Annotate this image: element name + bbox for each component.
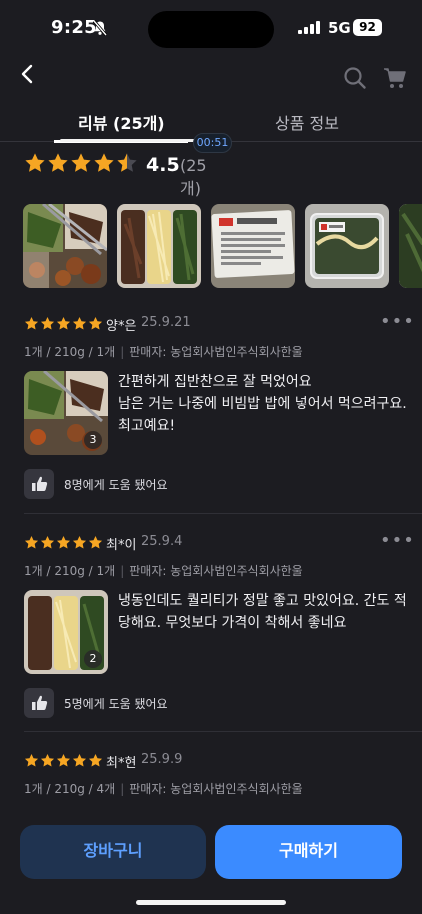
star-icon bbox=[24, 316, 39, 330]
purchase-option: 1개 / 210g / 4개 | 판매자: 농업회사법인주식회사한울 bbox=[24, 782, 303, 796]
star-icon bbox=[71, 153, 91, 172]
star-icon bbox=[56, 535, 71, 549]
purchase-option: 1개 / 210g / 1개 | 판매자: 농업회사법인주식회사한울 bbox=[24, 564, 303, 578]
battery-icon: 92 bbox=[353, 19, 382, 36]
thumbs-up-icon bbox=[32, 476, 48, 491]
bottom-action-bar: 장바구니 구매하기 bbox=[0, 806, 422, 914]
review-photo[interactable] bbox=[117, 204, 201, 288]
thumbs-up-button[interactable] bbox=[24, 469, 54, 499]
helpful-count: 5명에게 도움 됐어요 bbox=[64, 697, 168, 711]
star-icon bbox=[88, 316, 103, 330]
review-photo[interactable]: 3 bbox=[24, 371, 108, 455]
star-icon bbox=[40, 753, 55, 767]
home-indicator bbox=[136, 900, 286, 905]
review-text: 간편하게 집반찬으로 잘 먹었어요 남은 거는 나중에 비빔밥 밥에 넣어서 먹… bbox=[118, 374, 407, 434]
review-photo[interactable] bbox=[211, 204, 295, 288]
star-icon bbox=[72, 316, 87, 330]
more-options-icon[interactable]: ••• bbox=[380, 313, 415, 331]
review-date: 25.9.9 bbox=[141, 752, 183, 767]
signal-icon bbox=[298, 21, 320, 34]
star-icon bbox=[56, 753, 71, 767]
tab-reviews[interactable]: 리뷰 (25개) bbox=[78, 110, 165, 134]
back-arrow-icon[interactable] bbox=[16, 62, 40, 86]
cart-icon[interactable] bbox=[383, 66, 407, 90]
review-photo[interactable] bbox=[23, 204, 107, 288]
buy-now-button[interactable]: 구매하기 bbox=[215, 825, 402, 879]
reviewer-name: 최*현 bbox=[106, 756, 137, 771]
divider bbox=[24, 731, 422, 732]
dynamic-island bbox=[148, 11, 274, 48]
star-icon bbox=[72, 753, 87, 767]
photo-count-badge: 2 bbox=[84, 650, 102, 668]
search-icon[interactable] bbox=[343, 66, 367, 90]
star-icon bbox=[40, 316, 55, 330]
star-icon bbox=[72, 535, 87, 549]
review-photo[interactable]: 2 bbox=[24, 590, 108, 674]
thumbs-up-icon bbox=[32, 695, 48, 710]
review-stars bbox=[24, 535, 104, 550]
thumbs-up-button[interactable] bbox=[24, 688, 54, 718]
photo-count-badge: 3 bbox=[84, 431, 102, 449]
helpful-count: 8명에게 도움 됐어요 bbox=[64, 478, 168, 492]
tab-product-info[interactable]: 상품 정보 bbox=[275, 110, 339, 134]
star-icon bbox=[48, 153, 68, 172]
star-icon bbox=[25, 153, 45, 172]
half-star-icon bbox=[117, 153, 137, 172]
star-icon bbox=[56, 316, 71, 330]
rating-summary: 4.5 (25개) bbox=[24, 152, 207, 198]
reviewer-name: 최*이 bbox=[106, 538, 137, 553]
photo-strip[interactable] bbox=[23, 204, 422, 288]
divider bbox=[24, 513, 422, 514]
more-options-icon[interactable]: ••• bbox=[380, 532, 415, 550]
video-time-badge: 00:51 bbox=[193, 133, 232, 153]
review-stars bbox=[24, 316, 104, 331]
bell-slash-icon bbox=[93, 20, 107, 36]
star-icon bbox=[88, 535, 103, 549]
average-rating: 4.5 bbox=[146, 154, 180, 176]
rating-stars bbox=[24, 152, 139, 174]
star-icon bbox=[94, 153, 114, 172]
star-icon bbox=[88, 753, 103, 767]
add-to-cart-button[interactable]: 장바구니 bbox=[20, 825, 206, 879]
review-stars bbox=[24, 753, 104, 768]
purchase-option: 1개 / 210g / 1개 | 판매자: 농업회사법인주식회사한울 bbox=[24, 345, 303, 359]
review-photo[interactable] bbox=[305, 204, 389, 288]
reviewer-name: 양*은 bbox=[106, 319, 137, 334]
star-icon bbox=[24, 753, 39, 767]
status-bar: 9:25 5G 92 bbox=[0, 0, 422, 58]
review-photo[interactable] bbox=[399, 204, 422, 288]
network-type: 5G bbox=[328, 19, 351, 37]
status-time: 9:25 bbox=[51, 17, 97, 38]
review-count: (25개) bbox=[180, 156, 207, 198]
review-date: 25.9.21 bbox=[141, 315, 191, 330]
star-icon bbox=[24, 535, 39, 549]
review-text: 냉동인데도 퀄리티가 정말 좋고 맛있어요. 간도 적당해요. 무엇보다 가격이… bbox=[118, 593, 407, 631]
star-icon bbox=[40, 535, 55, 549]
review-date: 25.9.4 bbox=[141, 534, 183, 549]
